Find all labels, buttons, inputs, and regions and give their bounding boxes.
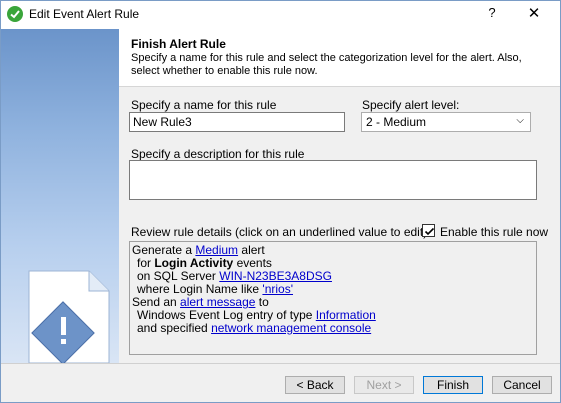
page-title: Finish Alert Rule bbox=[131, 37, 226, 51]
alert-level-label: Specify alert level: bbox=[362, 98, 460, 112]
rule-details-panel: Generate a Medium alert for Login Activi… bbox=[129, 241, 537, 355]
close-button[interactable]: ✕ bbox=[525, 5, 543, 23]
finish-button[interactable]: Finish bbox=[423, 376, 483, 394]
cancel-button[interactable]: Cancel bbox=[492, 376, 552, 394]
details-text: for bbox=[137, 256, 155, 270]
wizard-header: Finish Alert Rule Specify a name for thi… bbox=[119, 29, 560, 87]
sql-server-link[interactable]: WIN-N23BE3A8DSG bbox=[219, 269, 332, 283]
dialog-window: Edit Event Alert Rule ? ✕ Finish Alert R… bbox=[0, 0, 561, 403]
details-text: events bbox=[233, 256, 272, 270]
alert-message-link[interactable]: alert message bbox=[180, 295, 255, 309]
event-type-text: Login Activity bbox=[154, 256, 234, 270]
chevron-down-icon: ⌵ bbox=[516, 115, 524, 126]
login-name-link[interactable]: 'nrios' bbox=[262, 282, 293, 296]
review-details-label: Review rule details (click on an underli… bbox=[131, 225, 428, 239]
details-text: on SQL Server bbox=[137, 269, 220, 283]
details-line: and specified network management console bbox=[132, 322, 534, 335]
alert-document-icon bbox=[28, 270, 110, 363]
rule-description-label: Specify a description for this rule bbox=[131, 147, 305, 161]
details-text: Send an bbox=[132, 295, 181, 309]
rule-name-input[interactable]: New Rule3 bbox=[129, 112, 345, 132]
help-button[interactable]: ? bbox=[485, 5, 499, 23]
window-title: Edit Event Alert Rule bbox=[29, 7, 140, 21]
enable-rule-checkbox[interactable] bbox=[422, 224, 435, 237]
next-button[interactable]: Next > bbox=[354, 376, 414, 394]
network-console-link[interactable]: network management console bbox=[211, 321, 371, 335]
rule-description-input[interactable] bbox=[129, 160, 537, 200]
alert-level-link[interactable]: Medium bbox=[195, 243, 238, 257]
event-log-type-link[interactable]: Information bbox=[316, 308, 376, 322]
details-text: Windows Event Log entry of type bbox=[137, 308, 316, 322]
wizard-content: Specify a name for this rule New Rule3 S… bbox=[119, 87, 560, 363]
alert-level-value: 2 - Medium bbox=[366, 115, 427, 129]
check-circle-icon bbox=[7, 6, 23, 22]
details-text: to bbox=[255, 295, 269, 309]
details-text: and specified bbox=[137, 321, 212, 335]
enable-rule-label: Enable this rule now bbox=[440, 225, 549, 239]
details-text: alert bbox=[238, 243, 265, 257]
checkmark-icon bbox=[424, 227, 435, 236]
wizard-footer: < Back Next > Finish Cancel bbox=[1, 363, 560, 402]
rule-name-label: Specify a name for this rule bbox=[131, 98, 277, 112]
wizard-side-panel bbox=[1, 29, 119, 363]
back-button[interactable]: < Back bbox=[285, 376, 345, 394]
title-bar: Edit Event Alert Rule ? ✕ bbox=[1, 1, 560, 29]
details-text: Generate a bbox=[132, 243, 196, 257]
details-text: where Login Name like bbox=[137, 282, 263, 296]
page-description: Specify a name for this rule and select … bbox=[131, 52, 522, 77]
alert-level-select[interactable]: 2 - Medium ⌵ bbox=[361, 112, 531, 132]
